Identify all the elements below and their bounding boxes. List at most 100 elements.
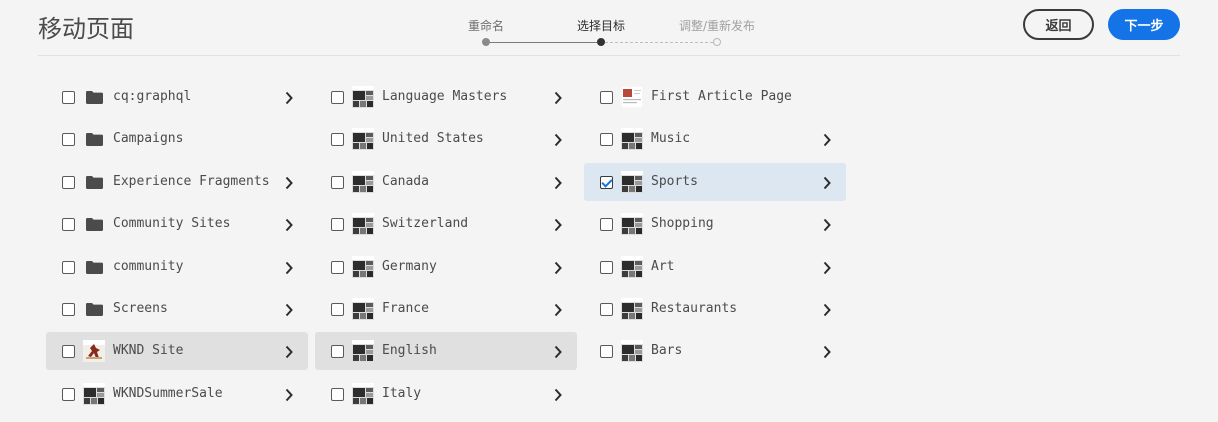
chevron-right-icon[interactable] <box>553 132 563 147</box>
chevron-right-icon[interactable] <box>284 260 294 274</box>
select-checkbox[interactable] <box>331 302 344 316</box>
select-checkbox[interactable] <box>62 387 75 401</box>
list-item[interactable]: Canada <box>315 163 577 201</box>
select-checkbox[interactable] <box>62 345 75 359</box>
list-item-label: WKNDSummerSale <box>113 385 223 401</box>
step-select-destination-dot <box>597 38 605 46</box>
list-item-label: France <box>382 300 429 316</box>
chevron-right-icon[interactable] <box>553 302 563 317</box>
select-checkbox[interactable] <box>600 133 613 147</box>
list-item[interactable]: France <box>315 290 577 328</box>
list-item-label: Restaurants <box>651 300 738 316</box>
chevron-right-icon[interactable] <box>284 175 294 189</box>
list-item-label: English <box>382 343 437 359</box>
chevron-right-icon[interactable] <box>284 387 294 401</box>
list-item-label: Art <box>651 258 675 274</box>
select-checkbox[interactable] <box>331 133 344 147</box>
list-item[interactable]: Restaurants <box>584 290 846 328</box>
step-connector-pending <box>605 42 713 43</box>
list-item-label: Experience Fragments <box>113 173 270 189</box>
list-item[interactable]: cq:graphql <box>46 78 308 116</box>
list-item-label: Germany <box>382 258 437 274</box>
chevron-right-icon[interactable] <box>284 90 294 105</box>
list-item-label: Italy <box>382 385 422 401</box>
chevron-right-icon[interactable] <box>284 302 294 317</box>
select-checkbox[interactable] <box>600 302 613 316</box>
chevron-right-icon[interactable] <box>553 344 563 359</box>
select-checkbox[interactable] <box>331 91 344 104</box>
select-checkbox[interactable] <box>331 260 344 274</box>
list-item-label: Shopping <box>651 216 714 232</box>
list-item-label: Canada <box>382 173 429 189</box>
select-checkbox[interactable] <box>331 218 344 232</box>
list-item-label: cq:graphql <box>113 89 192 104</box>
chevron-right-icon[interactable] <box>284 344 294 359</box>
select-checkbox[interactable] <box>62 218 75 232</box>
list-item[interactable]: United States <box>315 120 577 158</box>
list-item-label: Campaigns <box>113 131 184 147</box>
list-item[interactable]: WKND Site <box>46 332 308 371</box>
list-item[interactable]: Italy <box>315 375 577 413</box>
list-item[interactable]: First Article Page <box>584 78 846 116</box>
select-checkbox[interactable] <box>331 345 344 359</box>
list-item[interactable]: Campaigns <box>46 120 308 158</box>
list-item[interactable]: Community Sites <box>46 205 308 243</box>
select-checkbox[interactable] <box>62 91 75 104</box>
select-checkbox[interactable] <box>331 387 344 401</box>
step-rename-label: 重命名 <box>467 19 505 33</box>
chevron-right-icon[interactable] <box>553 175 563 189</box>
select-checkbox[interactable] <box>600 260 613 274</box>
chevron-right-icon[interactable] <box>553 260 563 274</box>
list-item[interactable]: Sports <box>584 162 846 201</box>
select-checkbox[interactable] <box>600 175 613 189</box>
header-divider <box>38 55 1180 56</box>
list-item-label: community <box>113 258 184 274</box>
column-2: Language Masters United States Canada Switz… <box>315 78 577 417</box>
select-checkbox[interactable] <box>62 302 75 316</box>
list-item-label: Sports <box>651 173 698 189</box>
chevron-right-icon[interactable] <box>553 217 563 232</box>
step-rename-dot <box>482 38 490 46</box>
step-adjust-republish-label: 调整/重新发布 <box>678 19 756 33</box>
step-connector-completed <box>490 42 597 43</box>
list-item-label: Language Masters <box>382 89 508 104</box>
chevron-right-icon[interactable] <box>822 175 832 189</box>
list-item[interactable]: community <box>46 248 308 286</box>
list-item-label: Screens <box>113 300 168 316</box>
column-3: First Article Page Music Sports Shopping Art… <box>584 78 846 375</box>
select-checkbox[interactable] <box>62 133 75 147</box>
chevron-right-icon[interactable] <box>822 217 832 232</box>
list-item[interactable]: WKNDSummerSale <box>46 375 308 413</box>
chevron-right-icon[interactable] <box>553 387 563 401</box>
list-item[interactable]: Bars <box>584 332 846 370</box>
list-item[interactable]: Germany <box>315 248 577 286</box>
list-item-label: First Article Page <box>651 89 792 104</box>
chevron-right-icon[interactable] <box>822 132 832 147</box>
list-item-label: Music <box>651 131 691 147</box>
chevron-right-icon[interactable] <box>822 260 832 274</box>
column-1: cq:graphql Campaigns Experience Fragments C… <box>46 78 308 417</box>
chevron-right-icon[interactable] <box>822 302 832 317</box>
list-item[interactable]: Art <box>584 248 846 286</box>
list-item[interactable]: Screens <box>46 290 308 328</box>
next-button[interactable]: 下一步 <box>1108 9 1180 40</box>
list-item-label: WKND Site <box>113 343 184 359</box>
chevron-right-icon[interactable] <box>284 217 294 232</box>
chevron-right-icon[interactable] <box>822 344 832 359</box>
chevron-right-icon[interactable] <box>553 90 563 105</box>
list-item[interactable]: Experience Fragments <box>46 163 308 201</box>
list-item[interactable]: English <box>315 332 577 371</box>
select-checkbox[interactable] <box>62 260 75 274</box>
list-item[interactable]: Music <box>584 120 846 158</box>
list-item[interactable]: Shopping <box>584 205 846 243</box>
select-checkbox[interactable] <box>600 91 613 104</box>
select-checkbox[interactable] <box>62 175 75 189</box>
select-checkbox[interactable] <box>600 218 613 232</box>
select-checkbox[interactable] <box>600 345 613 359</box>
list-item-label: Community Sites <box>113 216 231 232</box>
list-item[interactable]: Switzerland <box>315 205 577 243</box>
select-checkbox[interactable] <box>331 175 344 189</box>
list-item[interactable]: Language Masters <box>315 78 577 116</box>
back-button[interactable]: 返回 <box>1023 9 1094 40</box>
move-page-wizard: 移动页面 重命名 选择目标 调整/重新发布 返回 下一步 cq:graphql C… <box>0 0 1218 422</box>
